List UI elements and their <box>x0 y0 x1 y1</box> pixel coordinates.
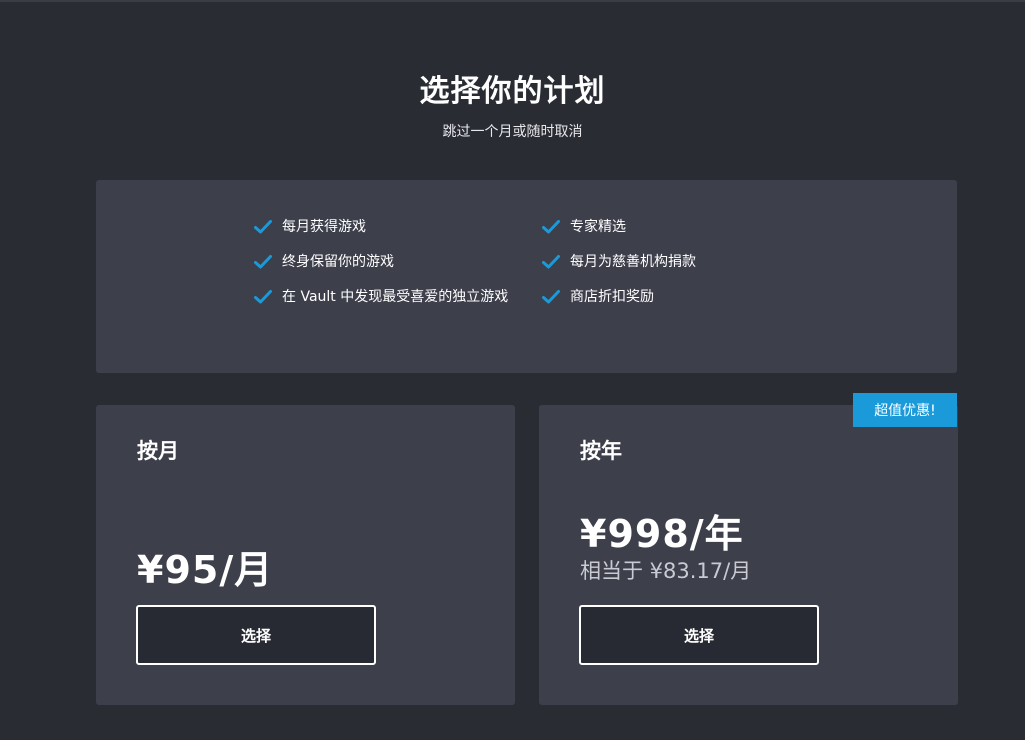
feature-item: 商店折扣奖励 <box>542 288 802 306</box>
feature-label: 每月为慈善机构捐款 <box>570 254 696 270</box>
page-title: 选择你的计划 <box>419 74 606 109</box>
checkmark-icon <box>542 220 560 234</box>
feature-item: 在 Vault 中发现最受喜爱的独立游戏 <box>254 288 514 306</box>
plan-selection-page: 选择你的计划 跳过一个月或随时取消 每月获得游戏 终身保留你的游戏 在 Vaul… <box>0 0 1025 740</box>
checkmark-icon <box>254 255 272 269</box>
plan-name: 按年 <box>580 439 622 463</box>
features-right-column: 专家精选 每月为慈善机构捐款 商店折扣奖励 <box>542 218 802 323</box>
plan-equivalent-price: 相当于 ¥83.17/月 <box>580 559 752 583</box>
page-subtitle: 跳过一个月或随时取消 <box>442 124 583 140</box>
plan-price: ¥998/年 <box>580 512 744 556</box>
feature-label: 专家精选 <box>570 219 626 235</box>
features-panel: 每月获得游戏 终身保留你的游戏 在 Vault 中发现最受喜爱的独立游戏 专家精… <box>96 180 957 373</box>
checkmark-icon <box>542 290 560 304</box>
checkmark-icon <box>542 255 560 269</box>
feature-item: 专家精选 <box>542 218 802 236</box>
best-value-badge: 超值优惠! <box>853 393 957 427</box>
monthly-plan-card: 按月 ¥95/月 选择 <box>96 405 515 705</box>
features-left-column: 每月获得游戏 终身保留你的游戏 在 Vault 中发现最受喜爱的独立游戏 <box>254 218 514 323</box>
plan-name: 按月 <box>137 439 179 463</box>
feature-label: 每月获得游戏 <box>282 219 366 235</box>
checkmark-icon <box>254 290 272 304</box>
feature-label: 在 Vault 中发现最受喜爱的独立游戏 <box>282 289 509 305</box>
feature-item: 每月获得游戏 <box>254 218 514 236</box>
select-monthly-button[interactable]: 选择 <box>136 605 376 665</box>
feature-item: 每月为慈善机构捐款 <box>542 253 802 271</box>
feature-label: 终身保留你的游戏 <box>282 254 394 270</box>
yearly-plan-card: 按年 ¥998/年 相当于 ¥83.17/月 选择 <box>539 405 958 705</box>
select-yearly-button[interactable]: 选择 <box>579 605 819 665</box>
checkmark-icon <box>254 220 272 234</box>
top-divider <box>0 0 1025 2</box>
feature-label: 商店折扣奖励 <box>570 289 654 305</box>
plan-price: ¥95/月 <box>137 548 274 592</box>
feature-item: 终身保留你的游戏 <box>254 253 514 271</box>
